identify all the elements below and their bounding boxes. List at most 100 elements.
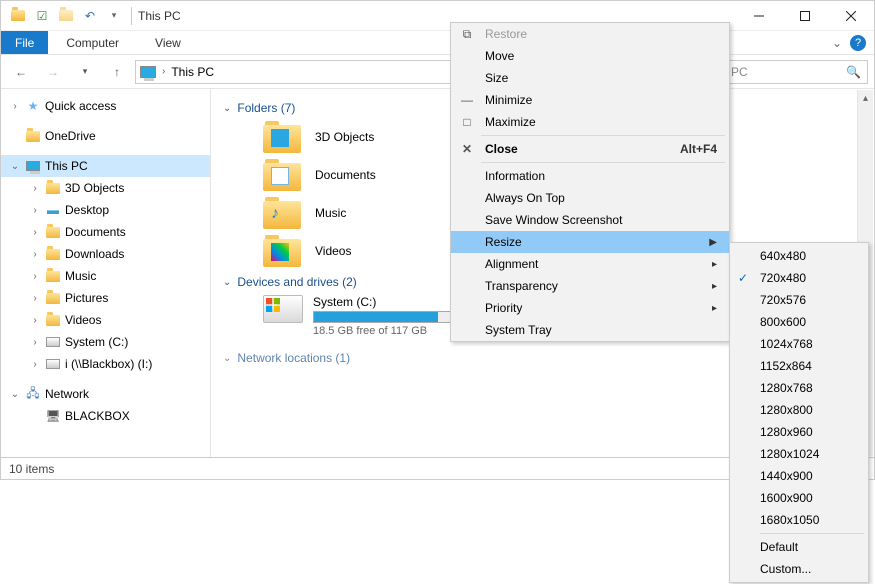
file-tab[interactable]: File <box>1 31 48 54</box>
folder-icon <box>263 121 301 153</box>
network-icon <box>25 386 41 402</box>
menu-move[interactable]: Move <box>451 45 729 67</box>
nav-quick-access[interactable]: ›Quick access <box>1 95 210 117</box>
pc-icon <box>25 158 41 174</box>
nav-3d-objects[interactable]: ›3D Objects <box>1 177 210 199</box>
menu-restore: ⧉Restore <box>451 23 729 45</box>
resize-option[interactable]: 800x600 <box>730 311 868 333</box>
star-icon <box>25 98 41 114</box>
quick-access-toolbar: ☑ ↶ ▾ <box>1 5 125 27</box>
drive-usage-bar <box>313 311 463 323</box>
documents-icon <box>45 224 61 240</box>
menu-information[interactable]: Information <box>451 165 729 187</box>
view-tab[interactable]: View <box>137 31 199 54</box>
ribbon: File Computer View ⌄ ? <box>1 31 874 55</box>
address-path: This PC <box>171 65 214 79</box>
folder-icon: ♪ <box>263 197 301 229</box>
menu-close[interactable]: ✕CloseAlt+F4 <box>451 138 729 160</box>
resize-option[interactable]: 1440x900 <box>730 465 868 487</box>
scroll-up-icon[interactable]: ▴ <box>858 90 873 106</box>
resize-option[interactable]: 1152x864 <box>730 355 868 377</box>
close-button[interactable] <box>828 1 874 31</box>
folder-icon <box>263 159 301 191</box>
resize-option[interactable]: 1280x768 <box>730 377 868 399</box>
resize-option[interactable]: 720x576 <box>730 289 868 311</box>
nav-music[interactable]: ›Music <box>1 265 210 287</box>
computer-tab[interactable]: Computer <box>48 31 137 54</box>
menu-transparency[interactable]: Transparency▸ <box>451 275 729 297</box>
resize-option[interactable]: 1024x768 <box>730 333 868 355</box>
folder-icon[interactable] <box>7 5 29 27</box>
folder-icon <box>45 180 61 196</box>
nav-system-c[interactable]: ›System (C:) <box>1 331 210 353</box>
nav-downloads[interactable]: ›Downloads <box>1 243 210 265</box>
nav-network[interactable]: ⌄Network <box>1 383 210 405</box>
resize-option[interactable]: 1680x1050 <box>730 509 868 531</box>
nav-videos[interactable]: ›Videos <box>1 309 210 331</box>
menu-always-on-top[interactable]: Always On Top <box>451 187 729 209</box>
drive-name: System (C:) <box>313 295 463 309</box>
drive-icon <box>45 334 61 350</box>
cloud-icon <box>25 128 41 144</box>
nav-onedrive[interactable]: OneDrive <box>1 125 210 147</box>
resize-option[interactable]: ✓720x480 <box>730 267 868 289</box>
pictures-icon <box>45 290 61 306</box>
maximize-button[interactable] <box>782 1 828 31</box>
resize-option[interactable]: 1280x800 <box>730 399 868 421</box>
minimize-icon: — <box>459 93 475 107</box>
nav-blackbox-i[interactable]: ›i (\\Blackbox) (I:) <box>1 353 210 375</box>
close-icon: ✕ <box>459 142 475 156</box>
resize-option[interactable]: 1280x960 <box>730 421 868 443</box>
menu-resize[interactable]: Resize▶ <box>451 231 729 253</box>
menu-system-tray[interactable]: System Tray <box>451 319 729 341</box>
close-shortcut: Alt+F4 <box>680 142 717 156</box>
resize-option[interactable]: 1600x900 <box>730 487 868 509</box>
up-button[interactable]: ↑ <box>103 58 131 86</box>
drive-icon <box>263 295 303 323</box>
nav-network-blackbox[interactable]: 🖥BLACKBOX <box>1 405 210 427</box>
menu-save-screenshot[interactable]: Save Window Screenshot <box>451 209 729 231</box>
resize-option[interactable]: 640x480 <box>730 245 868 267</box>
status-text: 10 items <box>9 462 54 476</box>
back-button[interactable]: ← <box>7 58 35 86</box>
minimize-button[interactable] <box>736 1 782 31</box>
videos-icon <box>45 312 61 328</box>
menu-minimize[interactable]: —Minimize <box>451 89 729 111</box>
menu-priority[interactable]: Priority▸ <box>451 297 729 319</box>
music-icon <box>45 268 61 284</box>
nav-this-pc[interactable]: ⌄This PC <box>1 155 210 177</box>
menu-alignment[interactable]: Alignment▸ <box>451 253 729 275</box>
submenu-arrow-icon: ▶ <box>709 237 717 248</box>
drive-free-text: 18.5 GB free of 117 GB <box>313 325 463 337</box>
menu-maximize[interactable]: □Maximize <box>451 111 729 133</box>
properties-icon[interactable]: ☑ <box>31 5 53 27</box>
resize-default[interactable]: Default <box>730 536 868 558</box>
nav-documents[interactable]: ›Documents <box>1 221 210 243</box>
computer-icon: 🖥 <box>45 408 61 424</box>
recent-dropdown-icon[interactable]: ▾ <box>71 58 99 86</box>
forward-button[interactable]: → <box>39 58 67 86</box>
search-icon: 🔍 <box>846 65 861 79</box>
menu-size[interactable]: Size <box>451 67 729 89</box>
navigation-pane: ›Quick access OneDrive ⌄This PC ›3D Obje… <box>1 89 211 457</box>
submenu-arrow-icon: ▸ <box>712 259 717 270</box>
qat-dropdown-icon[interactable]: ▾ <box>103 5 125 27</box>
maximize-icon: □ <box>459 115 475 129</box>
drive-system-c[interactable]: System (C:) 18.5 GB free of 117 GB <box>263 295 463 337</box>
chevron-down-icon[interactable]: ⌄ <box>832 36 842 50</box>
submenu-arrow-icon: ▸ <box>712 303 717 314</box>
resize-custom[interactable]: Custom... <box>730 558 868 580</box>
resize-option[interactable]: 1280x1024 <box>730 443 868 465</box>
undo-icon[interactable]: ↶ <box>79 5 101 27</box>
resize-submenu: 640x480✓720x480720x576800x6001024x768115… <box>729 242 869 583</box>
downloads-icon <box>45 246 61 262</box>
help-icon[interactable]: ? <box>850 35 866 51</box>
new-folder-icon[interactable] <box>55 5 77 27</box>
network-drive-icon <box>45 356 61 372</box>
window-title: This PC <box>138 9 181 23</box>
address-row: ← → ▾ ↑ › This PC ▾ This PC 🔍 <box>1 55 874 89</box>
submenu-arrow-icon: ▸ <box>712 281 717 292</box>
folder-icon <box>263 235 301 267</box>
nav-pictures[interactable]: ›Pictures <box>1 287 210 309</box>
nav-desktop[interactable]: ›▬Desktop <box>1 199 210 221</box>
